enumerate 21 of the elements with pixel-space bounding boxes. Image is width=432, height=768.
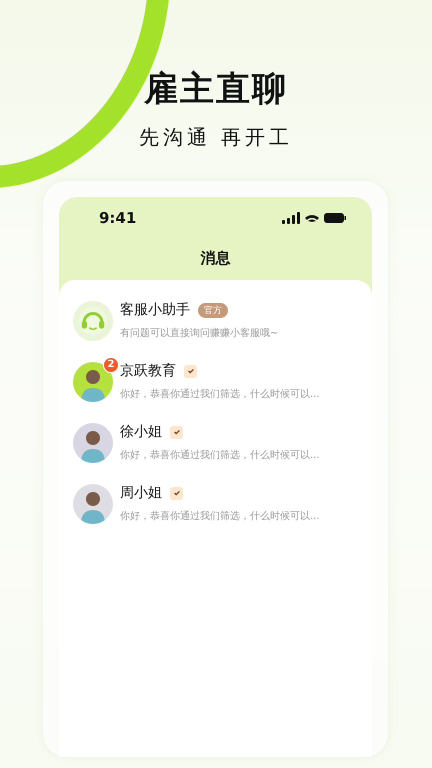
screen-title: 消息 [200, 249, 232, 268]
official-tag: 官方 [198, 302, 228, 318]
contact-name: 京跃教育 [120, 362, 176, 380]
unread-badge: 2 [103, 356, 119, 372]
status-time: 9:41 [99, 209, 136, 227]
headline: 雇主直聊 [144, 68, 288, 111]
wifi-icon [305, 214, 319, 222]
contact-name: 周小姐 [120, 484, 162, 502]
conversation-item[interactable]: 客服小助手 官方 有问题可以直接询问赚赚小客服哦~ [73, 290, 372, 351]
message-preview: 你好，恭喜你通过我们筛选，什么时候可以... [120, 510, 320, 523]
message-preview: 你好，恭喜你通过我们筛选，什么时候可以... [120, 388, 320, 401]
message-preview: 你好，恭喜你通过我们筛选，什么时候可以... [120, 448, 320, 462]
battery-icon [324, 213, 346, 223]
contact-name: 客服小助手 [120, 301, 190, 319]
message-preview: 有问题可以直接询问赚赚小客服哦~ [120, 326, 278, 340]
signal-icon [282, 212, 300, 224]
conversation-item[interactable]: 徐小姐 你好，恭喜你通过我们筛选，什么时候可以... [73, 412, 372, 473]
subheadline: 先沟通 再开工 [138, 124, 294, 151]
contact-name: 徐小姐 [120, 423, 162, 441]
conversation-item[interactable]: 2 京跃教育 你好，恭喜你通过我们筛选，什么时候可以... [73, 351, 372, 412]
conversation-item[interactable]: 周小姐 你好，恭喜你通过我们筛选，什么时候可以... [73, 473, 372, 534]
